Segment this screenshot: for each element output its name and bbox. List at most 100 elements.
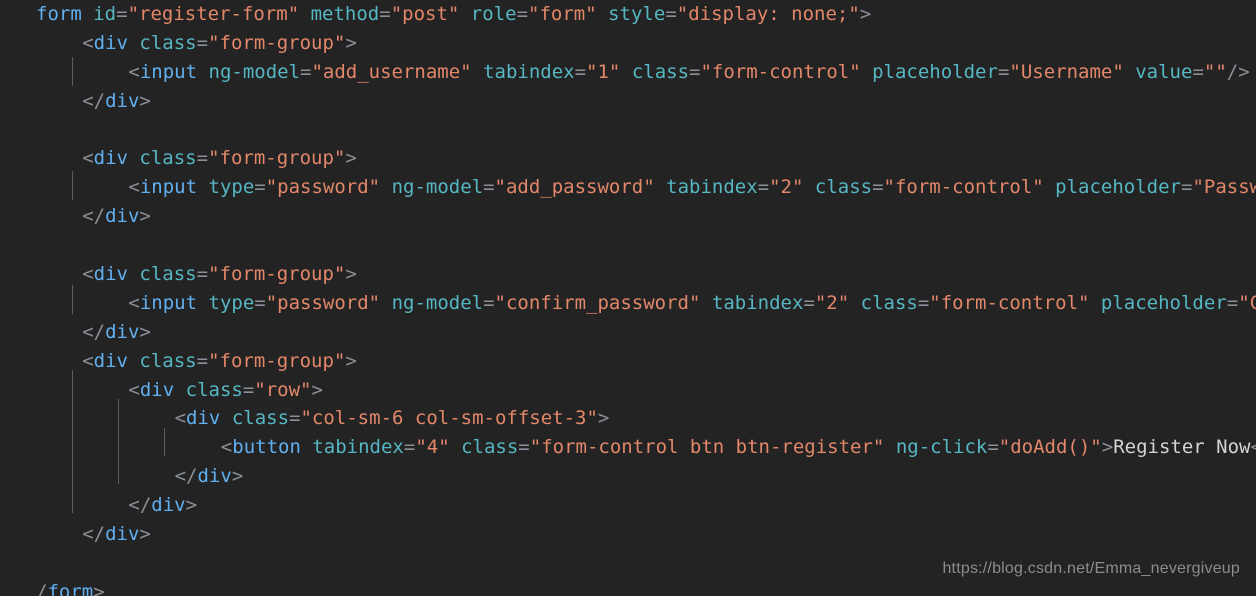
token-punc: = bbox=[254, 291, 266, 314]
code-line[interactable]: </div> bbox=[0, 491, 1256, 520]
token-punc: = bbox=[403, 436, 416, 459]
code-line[interactable]: <div class="form-group"> bbox=[0, 260, 1256, 289]
token-tag: div bbox=[105, 89, 140, 112]
token-punc: > bbox=[139, 523, 151, 546]
token-str: "Password" bbox=[1192, 176, 1256, 199]
code-line[interactable]: <input type="password" ng-model="confirm… bbox=[0, 289, 1256, 318]
token-punc: = bbox=[379, 3, 391, 25]
code-line[interactable]: <div class="form-group"> bbox=[0, 29, 1256, 58]
code-line[interactable]: </div> bbox=[0, 87, 1256, 116]
token-attr: class bbox=[860, 291, 918, 314]
token-punc: > bbox=[1101, 436, 1114, 459]
token-str: "display: none;" bbox=[676, 3, 860, 25]
token-punc: < bbox=[220, 436, 233, 459]
code-line[interactable]: <input type="password" ng-model="add_pas… bbox=[0, 173, 1256, 202]
token-punc: </ bbox=[82, 205, 106, 228]
token-punc: = bbox=[483, 291, 495, 314]
token-attr: tabindex bbox=[666, 176, 758, 199]
code-line[interactable]: </div> bbox=[0, 520, 1256, 549]
token-punc: </ bbox=[128, 494, 152, 517]
token-punc: </ bbox=[174, 465, 198, 488]
token-str: "" bbox=[1203, 60, 1227, 83]
token-str: "form-control" bbox=[929, 291, 1090, 314]
token-text: Register Now bbox=[1113, 436, 1251, 459]
token-str: "doAdd()" bbox=[998, 436, 1102, 459]
code-line[interactable]: <div class="col-sm-6 col-sm-offset-3"> bbox=[0, 404, 1256, 433]
token-punc: > bbox=[231, 465, 244, 488]
token-punc: = bbox=[518, 436, 530, 459]
token-punc: = bbox=[196, 31, 209, 54]
token-punc: = bbox=[1226, 291, 1239, 314]
token-punc bbox=[1124, 61, 1135, 83]
token-punc: < bbox=[82, 147, 94, 170]
token-punc bbox=[301, 436, 312, 458]
token-punc: = bbox=[242, 378, 255, 401]
token-punc: = bbox=[1181, 176, 1193, 199]
token-punc bbox=[861, 61, 872, 83]
token-tag: div bbox=[105, 523, 140, 546]
token-punc: > bbox=[311, 378, 323, 401]
token-str: "form-control btn btn-register" bbox=[529, 436, 885, 459]
token-punc bbox=[1044, 176, 1055, 198]
token-str: "1" bbox=[586, 60, 621, 83]
token-tag: div bbox=[93, 147, 128, 170]
code-line[interactable]: <input ng-model="add_username" tabindex=… bbox=[0, 58, 1256, 87]
token-tag: input bbox=[139, 60, 198, 83]
code-line[interactable]: </div> bbox=[0, 462, 1256, 491]
token-str: "2" bbox=[814, 291, 850, 314]
code-line[interactable]: <div class="form-group"> bbox=[0, 144, 1256, 173]
token-punc: = bbox=[665, 3, 677, 25]
token-punc bbox=[128, 350, 139, 372]
token-punc bbox=[884, 436, 895, 458]
token-punc: > bbox=[139, 320, 151, 343]
token-punc: > bbox=[185, 494, 198, 517]
token-punc bbox=[1089, 292, 1100, 314]
token-attr: ng-model bbox=[391, 176, 484, 199]
token-attr: tabindex bbox=[312, 436, 404, 459]
token-tag: input bbox=[139, 176, 198, 199]
token-punc: = bbox=[254, 176, 266, 199]
token-punc: = bbox=[757, 176, 770, 199]
code-line[interactable]: <div class="row"> bbox=[0, 376, 1256, 405]
token-str: "register-form" bbox=[127, 3, 300, 25]
code-line[interactable] bbox=[0, 116, 1256, 145]
token-tag: div bbox=[186, 407, 221, 430]
token-str: "4" bbox=[415, 436, 450, 459]
code-line[interactable]: </div> bbox=[0, 202, 1256, 231]
token-attr: type bbox=[208, 176, 255, 199]
token-attr: ng-model bbox=[208, 60, 301, 83]
token-attr: class bbox=[139, 31, 197, 54]
token-punc bbox=[197, 61, 208, 83]
code-content[interactable]: form id="register-form" method="post" ro… bbox=[0, 0, 1256, 596]
token-tag: form bbox=[36, 3, 82, 25]
code-line[interactable]: </div> bbox=[0, 318, 1256, 347]
token-punc bbox=[197, 176, 208, 198]
token-punc bbox=[655, 176, 666, 198]
code-line[interactable]: <div class="form-group"> bbox=[0, 347, 1256, 376]
token-punc: > bbox=[597, 407, 610, 430]
token-str: "form-group" bbox=[208, 263, 346, 286]
token-attr: class bbox=[461, 436, 519, 459]
token-punc: > bbox=[345, 31, 357, 54]
token-attr: class bbox=[139, 263, 197, 286]
token-punc: < bbox=[82, 349, 94, 372]
token-punc bbox=[597, 3, 608, 25]
token-punc: = bbox=[483, 176, 495, 199]
token-attr: id bbox=[93, 3, 117, 25]
code-editor-viewport: form id="register-form" method="post" ro… bbox=[0, 0, 1256, 596]
token-attr: class bbox=[139, 349, 197, 372]
token-punc bbox=[128, 147, 139, 169]
token-str: "password" bbox=[265, 176, 381, 199]
token-str: "confirm_password" bbox=[494, 291, 701, 314]
token-attr: class bbox=[231, 407, 290, 430]
token-str: "post" bbox=[390, 3, 460, 25]
token-tag: div bbox=[93, 31, 128, 54]
code-line[interactable]: <button tabindex="4" class="form-control… bbox=[0, 433, 1256, 462]
code-line[interactable] bbox=[0, 231, 1256, 260]
token-punc bbox=[299, 3, 310, 25]
token-punc: = bbox=[872, 176, 884, 199]
code-line[interactable]: form id="register-form" method="post" ro… bbox=[0, 0, 1256, 29]
token-punc bbox=[128, 32, 139, 54]
token-tag: div bbox=[151, 494, 186, 517]
